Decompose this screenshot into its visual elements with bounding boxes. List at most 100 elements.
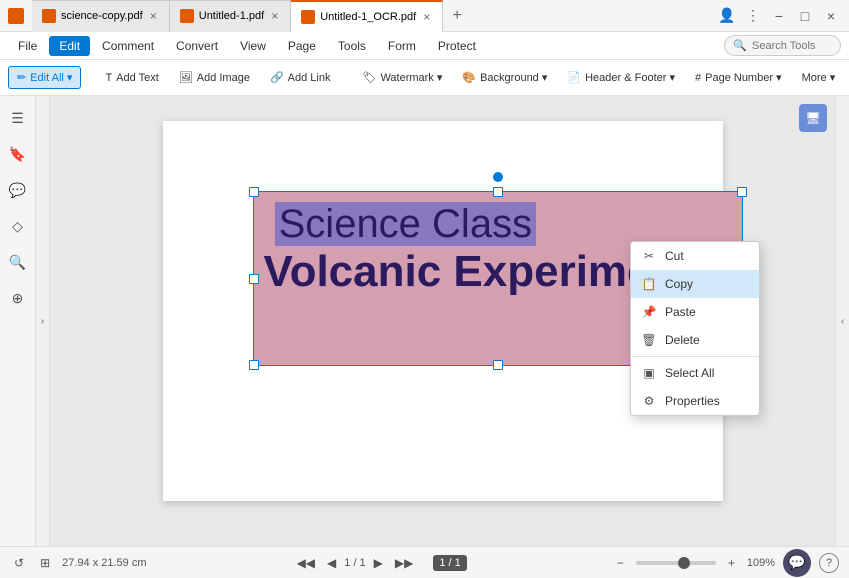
edit-all-label: Edit All ▾	[30, 71, 72, 84]
handle-bottom-left[interactable]	[249, 360, 259, 370]
zoom-thumb[interactable]	[678, 557, 690, 569]
header-footer-button[interactable]: 📄 Header & Footer ▾	[559, 67, 683, 88]
app-logo-area	[8, 8, 24, 24]
rotation-handle[interactable]	[493, 172, 503, 182]
add-text-button[interactable]: T Add Text	[97, 68, 166, 88]
page-number-label: Page Number ▾	[705, 71, 781, 84]
tab-file-icon-1	[42, 9, 56, 23]
canvas-area: 🖥	[50, 96, 835, 546]
handle-top-center[interactable]	[493, 187, 503, 197]
zoom-out-button[interactable]: −	[613, 554, 628, 572]
background-button[interactable]: 🎨 Background ▾	[454, 67, 555, 88]
sidebar-icon-menu[interactable]: ☰	[4, 104, 32, 132]
select-all-label: Select All	[665, 366, 714, 380]
window-controls: 👤 ⋮ − □ ×	[717, 6, 841, 26]
avatar-icon[interactable]: 👤	[717, 6, 737, 26]
chat-bubble-button[interactable]: 💬	[783, 549, 811, 577]
tab-science-copy[interactable]: science-copy.pdf ×	[32, 0, 170, 32]
sidebar-icon-bookmark[interactable]: 🔖	[4, 140, 32, 168]
first-page-button[interactable]: ◀◀	[293, 554, 319, 572]
prev-page-button[interactable]: ◀	[323, 554, 340, 572]
minimize-button[interactable]: −	[769, 6, 789, 26]
tab-untitled-ocr[interactable]: Untitled-1_OCR.pdf ×	[291, 0, 443, 32]
copy-icon: 📋	[641, 276, 657, 292]
zoom-level: 109%	[747, 557, 775, 569]
sidebar-icon-search[interactable]: 🔍	[4, 248, 32, 276]
tab-file-icon-3	[301, 10, 315, 24]
search-input[interactable]	[752, 40, 832, 52]
context-menu-paste[interactable]: 📌 Paste	[631, 298, 759, 326]
context-menu-cut[interactable]: ✂ Cut	[631, 242, 759, 270]
properties-label: Properties	[665, 394, 720, 408]
page-indicator: 1 / 1	[433, 555, 466, 571]
handle-top-right[interactable]	[737, 187, 747, 197]
cut-icon: ✂	[641, 248, 657, 264]
add-link-label: Add Link	[288, 72, 331, 84]
tab-close-1[interactable]: ×	[148, 9, 159, 23]
maximize-button[interactable]: □	[795, 6, 815, 26]
status-refresh-button[interactable]: ↺	[10, 554, 28, 572]
sidebar-icon-shape[interactable]: ◇	[4, 212, 32, 240]
context-menu-delete[interactable]: 🗑 Delete	[631, 326, 759, 354]
search-icon: 🔍	[733, 39, 747, 52]
help-button[interactable]: ?	[819, 553, 839, 573]
edit-all-button[interactable]: ✏ Edit All ▾	[8, 66, 81, 89]
status-fit-button[interactable]: ⊞	[36, 554, 54, 572]
context-menu-properties[interactable]: ⚙ Properties	[631, 387, 759, 415]
menu-edit[interactable]: Edit	[49, 36, 90, 56]
left-sidebar: ☰ 🔖 💬 ◇ 🔍 ⊕	[0, 96, 36, 546]
copy-label: Copy	[665, 277, 693, 291]
status-nav: ◀◀ ◀ 1 / 1 ▶ ▶▶	[293, 554, 418, 572]
add-image-label: Add Image	[197, 72, 250, 84]
menu-comment[interactable]: Comment	[92, 36, 164, 56]
cut-label: Cut	[665, 249, 684, 263]
handle-top-left[interactable]	[249, 187, 259, 197]
search-box[interactable]: 🔍	[724, 35, 841, 56]
context-menu: ✂ Cut 📋 Copy 📌 Paste 🗑 Delete ▣ Select A…	[630, 241, 760, 416]
settings-icon[interactable]: ⋮	[743, 6, 763, 26]
last-page-button[interactable]: ▶▶	[391, 554, 417, 572]
tab-close-2[interactable]: ×	[269, 9, 280, 23]
menu-page[interactable]: Page	[278, 36, 326, 56]
screen-button[interactable]: 🖥	[799, 104, 827, 132]
select-all-icon: ▣	[641, 365, 657, 381]
tab-label-1: science-copy.pdf	[61, 10, 143, 22]
close-button[interactable]: ×	[821, 6, 841, 26]
zoom-in-button[interactable]: +	[724, 554, 739, 572]
page-input[interactable]: 1 / 1	[344, 557, 365, 569]
add-tab-button[interactable]: +	[443, 2, 471, 30]
add-text-icon: T	[105, 72, 112, 84]
watermark-button[interactable]: 🏷 Watermark ▾	[354, 67, 450, 88]
right-collapse-arrow[interactable]: ‹	[835, 96, 849, 546]
handle-bottom-center[interactable]	[493, 360, 503, 370]
add-image-icon: 🖼	[179, 71, 193, 84]
menu-tools[interactable]: Tools	[328, 36, 376, 56]
paste-label: Paste	[665, 305, 696, 319]
add-link-button[interactable]: 🔗 Add Link	[262, 67, 339, 88]
tabs-bar: science-copy.pdf × Untitled-1.pdf × Unti…	[32, 0, 713, 32]
page-number-button[interactable]: # Page Number ▾	[687, 67, 790, 88]
paste-icon: 📌	[641, 304, 657, 320]
status-right: − + 109%	[613, 554, 775, 572]
sidebar-icon-layers[interactable]: ⊕	[4, 284, 32, 312]
next-page-button[interactable]: ▶	[370, 554, 387, 572]
menu-form[interactable]: Form	[378, 36, 426, 56]
zoom-slider[interactable]	[636, 561, 716, 565]
menu-protect[interactable]: Protect	[428, 36, 486, 56]
sidebar-icon-comment[interactable]: 💬	[4, 176, 32, 204]
left-collapse-arrow[interactable]: ›	[36, 96, 50, 546]
menu-view[interactable]: View	[230, 36, 276, 56]
tab-close-3[interactable]: ×	[421, 10, 432, 24]
context-menu-select-all[interactable]: ▣ Select All	[631, 359, 759, 387]
menu-convert[interactable]: Convert	[166, 36, 228, 56]
delete-label: Delete	[665, 333, 700, 347]
properties-icon: ⚙	[641, 393, 657, 409]
context-separator	[631, 356, 759, 357]
add-image-button[interactable]: 🖼 Add Image	[171, 67, 258, 88]
more-button[interactable]: More ▾	[794, 67, 844, 88]
handle-middle-left[interactable]	[249, 274, 259, 284]
text-highlight: Science Class	[275, 202, 536, 246]
menu-file[interactable]: File	[8, 36, 47, 56]
context-menu-copy[interactable]: 📋 Copy	[631, 270, 759, 298]
tab-untitled-1[interactable]: Untitled-1.pdf ×	[170, 0, 291, 32]
